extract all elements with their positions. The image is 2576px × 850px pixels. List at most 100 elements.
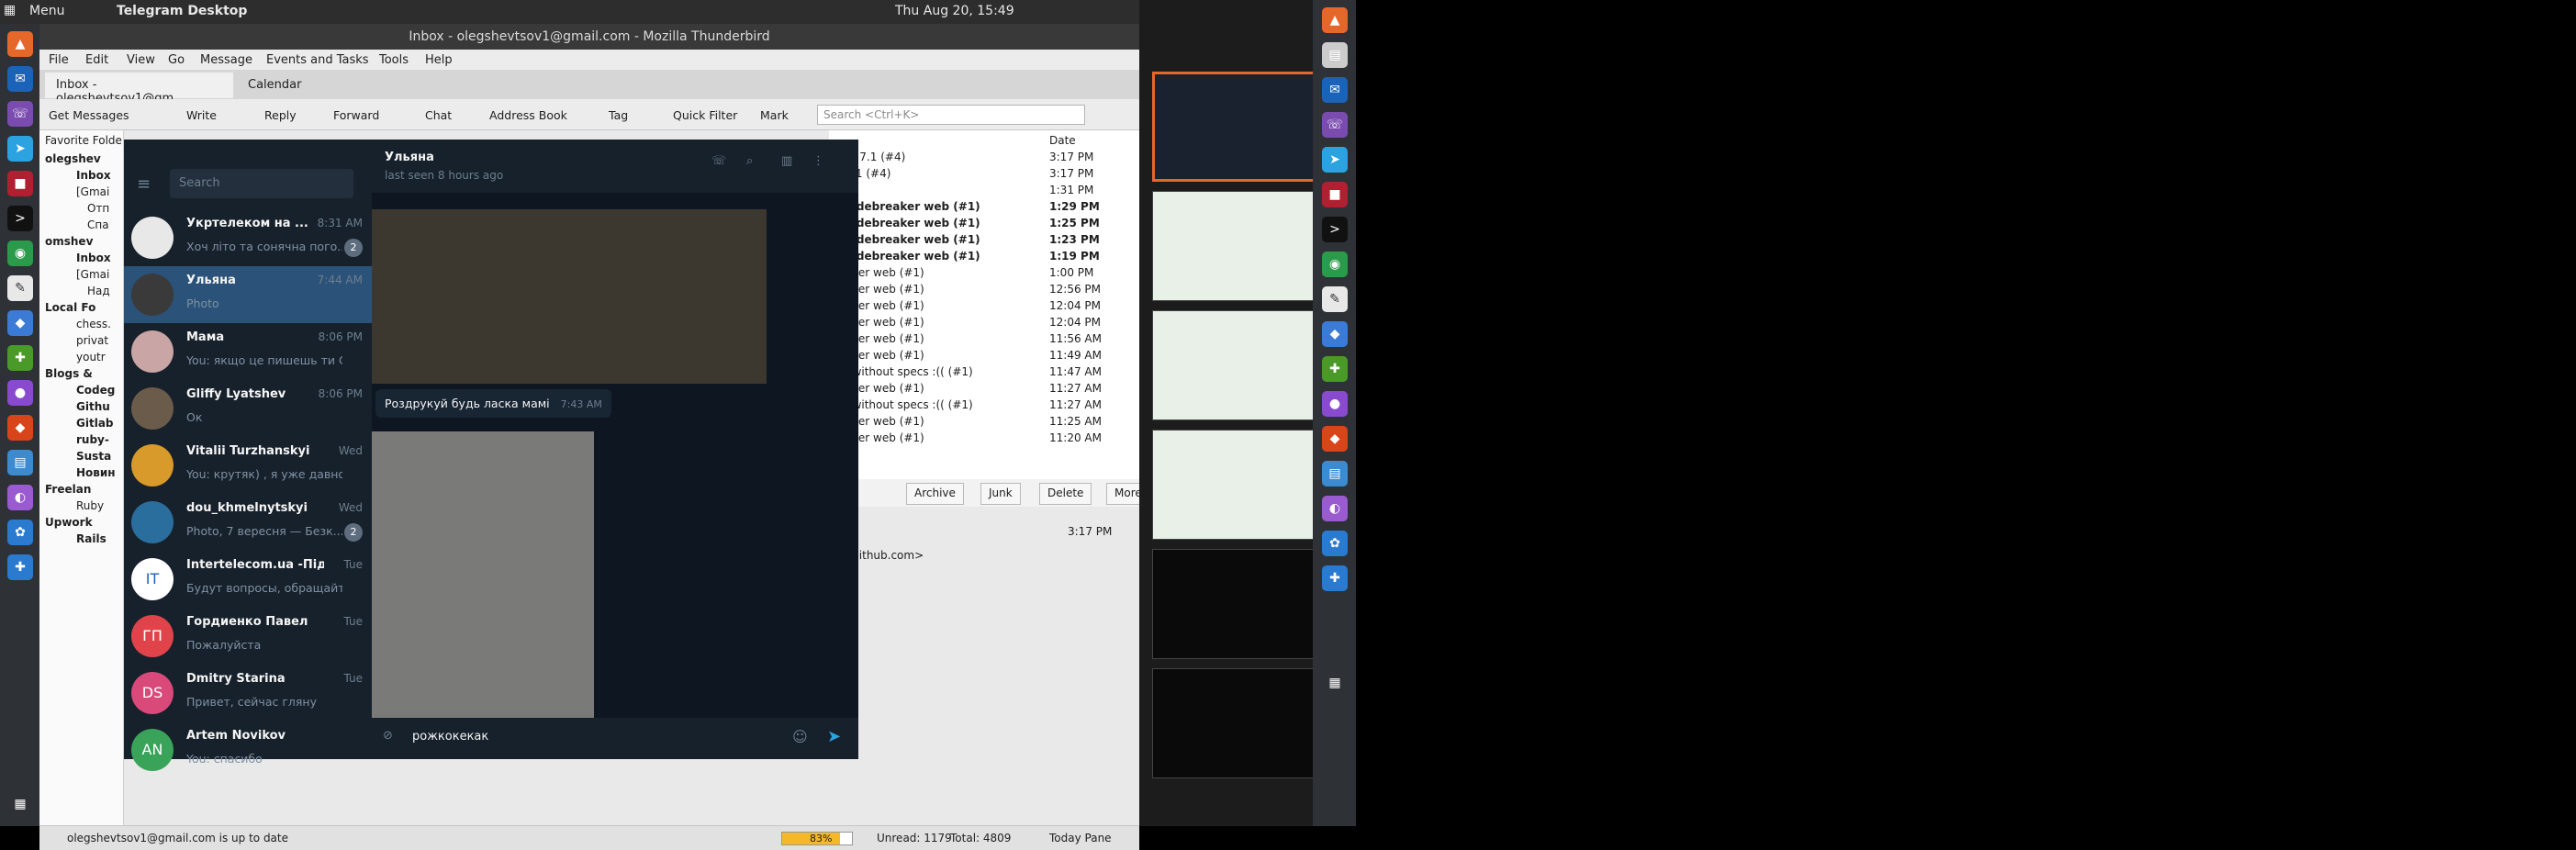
message-row[interactable]: reaker web (#1) 1:00 PM	[829, 266, 1139, 283]
workspace-thumbnail[interactable]	[1152, 72, 1317, 182]
tab-inbox[interactable]: Inbox - olegshevtsov1@gm...	[45, 73, 233, 106]
message-row[interactable]: to 2.7.1 (#4) 3:17 PM	[829, 151, 1139, 167]
hamburger-menu-icon[interactable]: ≡	[137, 174, 151, 194]
message-row[interactable]: reaker web (#1) 11:20 AM	[829, 431, 1139, 448]
attach-icon[interactable]: ⊘	[383, 729, 393, 743]
today-pane-toggle[interactable]: Today Pane	[1049, 832, 1112, 844]
app-icon[interactable]: ◆	[1322, 426, 1348, 452]
viber-icon[interactable]: ☏	[1322, 112, 1348, 138]
message-row[interactable]: 1:31 PM	[829, 184, 1139, 200]
folder-item[interactable]: Susta	[76, 450, 111, 463]
folder-item[interactable]: Githu	[76, 400, 110, 413]
app-icon[interactable]: ●	[7, 380, 33, 406]
forward-button[interactable]: Forward	[333, 108, 379, 122]
chat-item[interactable]: ГП Гордиенко Павел Tue Пожалуйста	[124, 608, 372, 665]
menu-button[interactable]: Menu	[29, 4, 64, 18]
photo-message[interactable]	[372, 209, 767, 384]
menu-view[interactable]: View	[127, 53, 155, 67]
mark-button[interactable]: Mark	[760, 108, 789, 122]
app-icon[interactable]: ▤	[7, 450, 33, 475]
column-header-date[interactable]: Date	[1049, 134, 1076, 147]
phone-icon[interactable]: ☏	[711, 154, 726, 168]
telegram-icon[interactable]: ➤	[7, 136, 33, 162]
menu-events-tasks[interactable]: Events and Tasks	[266, 53, 369, 67]
workspace-thumbnail[interactable]	[1152, 191, 1317, 301]
apps-grid-icon[interactable]: ▦	[7, 791, 33, 817]
folder-item[interactable]: Inbox	[76, 169, 111, 182]
chat-item[interactable]: Vitalii Turzhanskyi Wed You: крутяк) , я у…	[124, 437, 372, 494]
chrome-icon[interactable]: ◉	[7, 240, 33, 266]
message-row[interactable]: / codebreaker web (#1) 1:23 PM	[829, 233, 1139, 250]
text-editor-icon[interactable]: ✎	[1322, 286, 1348, 312]
menu-file[interactable]: File	[49, 53, 69, 67]
chat-button[interactable]: Chat	[425, 108, 452, 122]
app-icon[interactable]: ▲	[7, 31, 33, 57]
send-icon[interactable]: ➤	[827, 727, 841, 746]
app-icon[interactable]: ◆	[1322, 321, 1348, 347]
folder-item[interactable]: Local Fo	[45, 301, 95, 314]
folder-item[interactable]: Ruby	[76, 499, 104, 512]
folder-item[interactable]: Codeg	[76, 384, 115, 397]
more-options-icon[interactable]: ⋮	[812, 154, 824, 168]
message-row[interactable]: reaker web (#1) 11:25 AM	[829, 415, 1139, 431]
write-button[interactable]: Write	[186, 108, 217, 122]
app-icon[interactable]: ■	[1322, 182, 1348, 207]
telegram-icon[interactable]: ➤	[1322, 147, 1348, 173]
folder-item[interactable]: youtr	[76, 351, 106, 363]
chat-item[interactable]: Gliffy Lyatshev 8:06 PM Ок	[124, 380, 372, 437]
menu-help[interactable]: Help	[425, 53, 453, 67]
junk-button[interactable]: Junk	[980, 483, 1021, 505]
app-icon[interactable]: ✚	[1322, 565, 1348, 591]
chrome-icon[interactable]: ◉	[1322, 252, 1348, 277]
app-icon[interactable]: ■	[7, 171, 33, 196]
message-row[interactable]: reaker web (#1) 11:27 AM	[829, 382, 1139, 398]
grid-icon[interactable]: ▦	[4, 3, 16, 17]
thunderbird-icon[interactable]: ✉	[1322, 77, 1348, 103]
folder-item[interactable]: omshev	[45, 235, 93, 248]
message-row[interactable]: / codebreaker web (#1) 1:29 PM	[829, 200, 1139, 217]
workspace-thumbnail[interactable]	[1152, 430, 1317, 540]
app-icon[interactable]: ✚	[7, 554, 33, 580]
app-icon[interactable]: ▲	[1322, 7, 1348, 33]
message-row[interactable]: reaker web (#1) 12:56 PM	[829, 283, 1139, 299]
message-input[interactable]: рожкокекак	[412, 730, 488, 744]
tab-calendar[interactable]: Calendar	[237, 73, 430, 98]
message-row[interactable]: reaker web (#1) 12:04 PM	[829, 299, 1139, 316]
message-row[interactable]: b - without specs :(( (#1) 11:47 AM	[829, 365, 1139, 382]
app-icon[interactable]: ✚	[1322, 356, 1348, 382]
menu-message[interactable]: Message	[200, 53, 252, 67]
folder-item[interactable]: Спа	[87, 218, 109, 231]
reply-button[interactable]: Reply	[264, 108, 297, 122]
get-messages-button[interactable]: Get Messages	[49, 108, 129, 122]
menu-go[interactable]: Go	[168, 53, 185, 67]
emoji-icon[interactable]: ☺	[792, 728, 808, 745]
chat-item[interactable]: IT Intertelecom.ua -Підт... TueБудут вопро…	[124, 551, 372, 608]
app-icon[interactable]: ✿	[1322, 531, 1348, 556]
photo-message[interactable]	[372, 431, 594, 718]
folder-item[interactable]: Gitlab	[76, 417, 114, 430]
text-editor-icon[interactable]: ✎	[7, 275, 33, 301]
address-book-button[interactable]: Address Book	[489, 108, 567, 122]
chat-search-input[interactable]: Search	[170, 169, 353, 198]
chat-item[interactable]: Мама 8:06 PM You: якщо це пишешь ти Соф...	[124, 323, 372, 380]
chat-item[interactable]: Ульяна 7:44 AM Photo	[124, 266, 372, 323]
quick-filter-button[interactable]: Quick Filter	[673, 108, 737, 122]
sidebar-toggle-icon[interactable]: ▥	[781, 154, 792, 168]
thunderbird-icon[interactable]: ✉	[7, 66, 33, 92]
terminal-icon[interactable]: >	[1322, 217, 1348, 242]
folder-item[interactable]: Отп	[87, 202, 109, 215]
workspace-thumbnail[interactable]	[1152, 310, 1317, 420]
app-icon[interactable]: ◆	[7, 415, 33, 441]
folder-item[interactable]: privat	[76, 334, 108, 347]
folder-item[interactable]: [Gmai	[76, 268, 109, 281]
message-row[interactable]: / codebreaker web (#1) 1:19 PM	[829, 250, 1139, 266]
chat-item[interactable]: Укртелеком на ... 8:31 AM Хоч літо та соня…	[124, 209, 372, 266]
folder-item[interactable]: [Gmai	[76, 185, 109, 198]
chat-item[interactable]: DS Dmitry Starina Tue Привет, сейчас гляну	[124, 665, 372, 721]
folder-item[interactable]: Upwork	[45, 516, 93, 529]
app-icon[interactable]: ✿	[7, 520, 33, 545]
folder-item[interactable]: Над	[87, 285, 110, 297]
folder-item[interactable]: olegshev	[45, 152, 101, 165]
clock[interactable]: Thu Aug 20, 15:49	[895, 4, 1014, 18]
search-icon[interactable]: ⌕	[746, 154, 753, 168]
